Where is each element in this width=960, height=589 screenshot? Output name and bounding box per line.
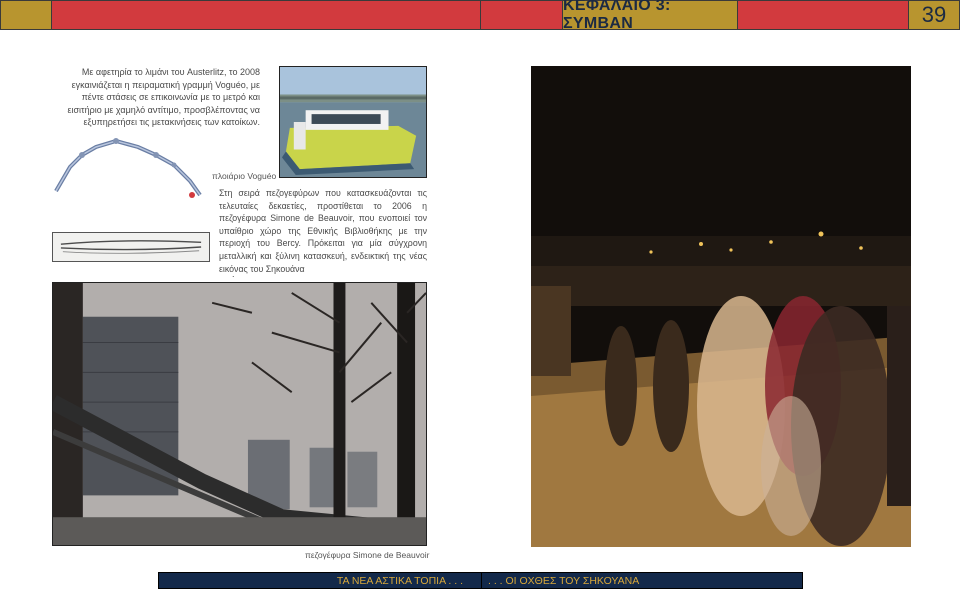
bridge-paragraph-end: . bbox=[232, 269, 235, 279]
simone-de-beauvoir-bridge-photo bbox=[52, 282, 427, 546]
header-block-red-right bbox=[737, 0, 909, 30]
route-map bbox=[52, 133, 210, 203]
route-strip-map bbox=[52, 232, 210, 262]
footer-right-label: . . . ΟΙ ΟΧΘΕΣ ΤΟΥ ΣΗΚΟΥΑΝΑ bbox=[481, 572, 803, 589]
header-block-red-small bbox=[480, 0, 563, 30]
boat-caption: πλοιάριο Voguéo bbox=[212, 171, 277, 181]
bridge-paragraph: Στη σειρά πεζογεφύρων που κατασκευάζοντα… bbox=[219, 188, 427, 274]
night-dancing-riverside-photo bbox=[531, 66, 911, 547]
intro-paragraph: Με αφετηρία το λιμάνι του Austerlitz, το… bbox=[67, 67, 260, 127]
header-block-left bbox=[0, 0, 52, 30]
header-block-red bbox=[51, 0, 481, 30]
page-number: 39 bbox=[908, 0, 960, 30]
chapter-title: ΚΕΦΑΛΑΙΟ 3: ΣΥΜΒΑΝ bbox=[562, 0, 738, 32]
footer-left-label: ΤΑ ΝΕΑ ΑΣΤΙΚΑ ΤΟΠΙΑ . . . bbox=[158, 572, 482, 589]
voguéo-boat-photo bbox=[279, 66, 427, 178]
bridge-caption: πεζογέφυρα Simone de Beauvoir bbox=[305, 550, 430, 560]
